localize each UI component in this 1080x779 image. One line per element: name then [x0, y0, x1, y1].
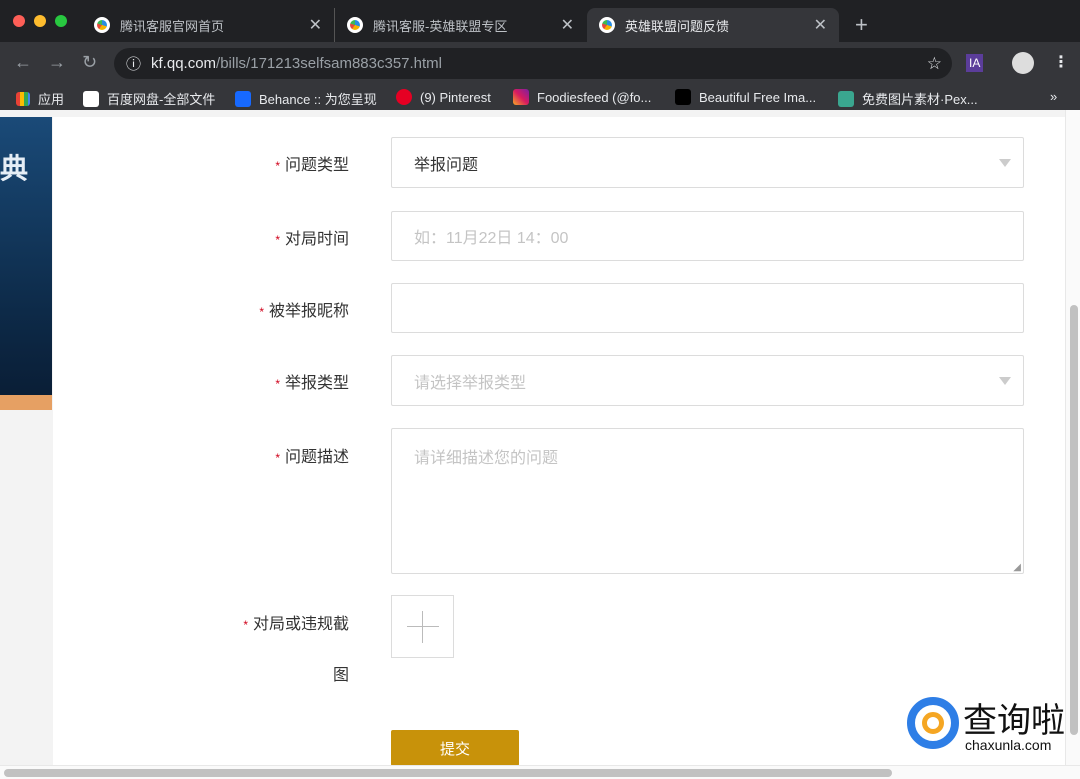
pinterest-icon	[396, 89, 412, 105]
extension-ia-button[interactable]: IA	[966, 54, 984, 72]
unsplash-icon	[675, 89, 691, 105]
forward-icon[interactable]: →	[48, 52, 66, 73]
issue-type-select[interactable]: 举报问题	[391, 137, 1024, 188]
label-text: 对局或违规截	[252, 616, 349, 633]
tab-3-active[interactable]: 英雄联盟问题反馈 ✕	[587, 8, 839, 42]
label-text: 举报类型	[284, 375, 349, 392]
bookmark-behance[interactable]: Behance :: 为您呈现	[235, 89, 377, 108]
resize-handle-icon[interactable]: ◢	[1013, 562, 1021, 573]
horizontal-scrollbar[interactable]	[0, 765, 1080, 779]
url-host: kf.qq.com	[151, 55, 217, 72]
label-screenshot-line2: 图	[332, 667, 349, 684]
minimize-window-button[interactable]	[34, 15, 46, 27]
tencent-favicon-icon	[347, 17, 363, 33]
bookmark-baidu[interactable]: 百度网盘-全部文件	[83, 89, 215, 108]
label-screenshot: * 对局或违规截	[243, 610, 349, 634]
bookmark-label: 免费图片素材·Pex...	[862, 92, 978, 107]
placeholder: 请选择举报类型	[414, 374, 527, 392]
match-time-input[interactable]: 如：11月22日 14：00	[391, 211, 1024, 261]
chevron-down-icon	[999, 377, 1011, 385]
bookmarks-bar: 应用 百度网盘-全部文件 Behance :: 为您呈现 (9) Pintere…	[0, 85, 1080, 110]
address-bar[interactable]: ⓘ kf.qq.com/bills/171213selfsam883c357.h…	[114, 48, 952, 79]
back-icon[interactable]: ←	[14, 52, 32, 73]
required-mark: *	[243, 618, 248, 632]
bookmark-label: 百度网盘-全部文件	[107, 92, 216, 107]
vertical-scrollbar[interactable]	[1065, 110, 1080, 765]
label-match-time: * 对局时间	[275, 225, 349, 249]
watermark-logo: 查询啦 chaxunla.com	[905, 693, 1070, 755]
label-description: * 问题描述	[275, 443, 349, 467]
reported-nickname-input[interactable]	[391, 283, 1024, 333]
bookmark-apps[interactable]: 应用	[16, 89, 64, 108]
pexels-icon	[838, 90, 854, 107]
close-tab-icon[interactable]: ✕	[309, 15, 322, 35]
bookmark-label: (9) Pinterest	[420, 89, 491, 105]
horizontal-scroll-thumb[interactable]	[4, 769, 892, 777]
required-mark: *	[275, 233, 280, 247]
bookmarks-overflow-button[interactable]: »	[1050, 89, 1057, 104]
close-window-button[interactable]	[13, 15, 25, 27]
reload-icon[interactable]: ↻	[82, 52, 97, 73]
upload-screenshot-button[interactable]	[391, 595, 454, 658]
tab-title: 英雄联盟问题反馈	[625, 18, 730, 34]
tab-strip: 腾讯客服官网首页 ✕ 腾讯客服-英雄联盟专区 ✕ 英雄联盟问题反馈 ✕ +	[0, 0, 1080, 42]
baidu-pan-icon	[83, 90, 99, 107]
tab-1[interactable]: 腾讯客服官网首页 ✕	[82, 8, 334, 42]
bookmark-pexels[interactable]: 免费图片素材·Pex...	[838, 89, 978, 108]
label-reported-nickname: * 被举报昵称	[259, 297, 349, 321]
feedback-form: * 问题类型 举报问题 * 对局时间 如：11月22日 14：00 * 被举报昵称 *…	[53, 117, 1065, 766]
submit-button[interactable]: 提交	[391, 730, 519, 766]
maximize-window-button[interactable]	[55, 15, 67, 27]
bookmark-pinterest[interactable]: (9) Pinterest	[396, 89, 491, 105]
select-value: 举报问题	[414, 156, 479, 174]
page-content: 典 * 问题类型 举报问题 * 对局时间 如：11月22日 14：00 * 被举报昵称…	[0, 110, 1080, 779]
required-mark: *	[275, 451, 280, 465]
bookmark-label: Behance :: 为您呈现	[259, 92, 377, 107]
close-tab-icon[interactable]: ✕	[561, 15, 574, 35]
report-type-select[interactable]: 请选择举报类型	[391, 355, 1024, 406]
menu-icon[interactable]: ⋮	[1053, 52, 1069, 72]
label-report-type: * 举报类型	[275, 369, 349, 393]
description-textarea[interactable]: 请详细描述您的问题 ◢	[391, 428, 1024, 574]
profile-avatar[interactable]	[1012, 52, 1034, 74]
instagram-icon	[513, 89, 529, 105]
label-text: 问题类型	[284, 157, 349, 174]
bookmark-label: Foodiesfeed (@fo...	[537, 89, 652, 105]
bookmark-label: 应用	[38, 92, 65, 107]
label-text: 对局时间	[284, 231, 349, 248]
vertical-scroll-thumb[interactable]	[1070, 305, 1078, 735]
bookmark-star-icon[interactable]: ☆	[927, 54, 942, 74]
bookmark-foodiesfeed[interactable]: Foodiesfeed (@fo...	[513, 89, 651, 105]
banner-strip	[0, 395, 52, 410]
banner-image: 典	[0, 117, 52, 395]
bookmark-label: Beautiful Free Ima...	[699, 89, 817, 105]
chevron-down-icon	[999, 159, 1011, 167]
tencent-favicon-icon	[599, 17, 615, 33]
placeholder: 如：11月22日 14：00	[414, 230, 569, 247]
required-mark: *	[275, 159, 280, 173]
label-issue-type: * 问题类型	[275, 151, 349, 175]
toolbar: ← → ↻ ⓘ kf.qq.com/bills/171213selfsam883…	[0, 42, 1080, 85]
watermark-inner-ring	[922, 712, 944, 734]
tab-title: 腾讯客服官网首页	[120, 18, 225, 34]
info-icon: ⓘ	[126, 56, 142, 73]
placeholder: 请详细描述您的问题	[414, 450, 559, 467]
label-text: 被举报昵称	[268, 303, 349, 320]
behance-icon	[235, 90, 251, 107]
tab-2[interactable]: 腾讯客服-英雄联盟专区 ✕	[334, 8, 586, 42]
close-tab-icon[interactable]: ✕	[814, 15, 827, 35]
watermark-url: chaxunla.com	[965, 737, 1052, 753]
tab-title: 腾讯客服-英雄联盟专区	[373, 18, 508, 34]
banner-text: 典	[0, 153, 29, 184]
tencent-favicon-icon	[94, 17, 110, 33]
watermark-text: 查询啦	[963, 701, 1065, 741]
bookmark-unsplash[interactable]: Beautiful Free Ima...	[675, 89, 816, 105]
required-mark: *	[259, 305, 264, 319]
label-text: 问题描述	[284, 449, 349, 466]
required-mark: *	[275, 377, 280, 391]
url-path: /bills/171213selfsam883c357.html	[216, 55, 443, 72]
new-tab-button[interactable]: +	[855, 12, 868, 38]
apps-grid-icon	[16, 91, 30, 106]
